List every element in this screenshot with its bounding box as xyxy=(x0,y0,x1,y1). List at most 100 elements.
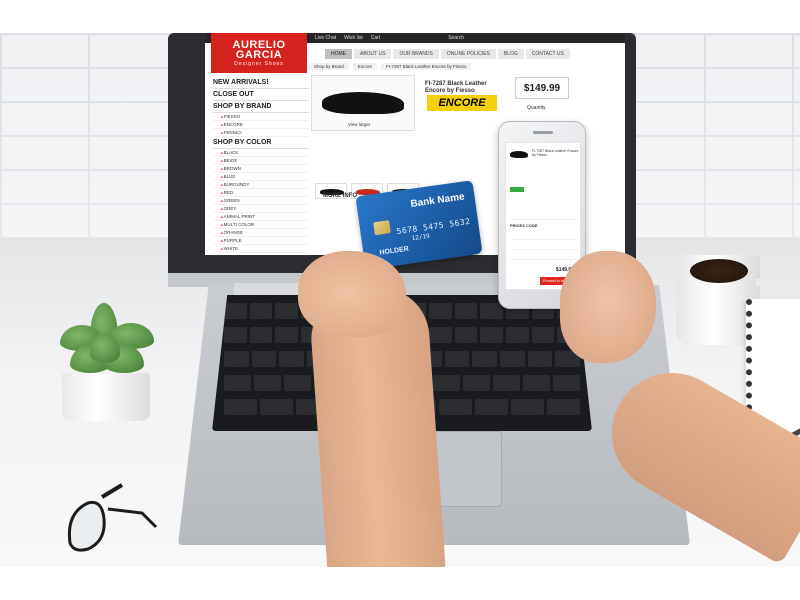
card-number: 5678 5475 5632 xyxy=(396,216,472,237)
breadcrumb-item[interactable]: Shop by Brand xyxy=(309,63,349,70)
keyboard-key xyxy=(429,327,452,343)
coffee xyxy=(690,259,748,283)
quantity-label: Quantity xyxy=(527,105,546,111)
topbar-link[interactable]: Live Chat xyxy=(315,35,336,41)
sidebar-item[interactable]: ENCORE xyxy=(213,121,309,129)
eyeglasses xyxy=(67,483,158,552)
nav-contact[interactable]: CONTACT US xyxy=(525,49,570,59)
sidebar-item[interactable]: ANIMAL PRINT xyxy=(213,213,309,221)
shoe-image xyxy=(322,92,404,114)
keyboard-key xyxy=(454,327,478,343)
logo-text-line2: GARCIA xyxy=(235,48,283,61)
sidebar-item[interactable]: PURPLE xyxy=(213,237,309,245)
sidebar-heading[interactable]: NEW ARRIVALS! xyxy=(213,77,309,89)
brand-logo[interactable]: ENCORE xyxy=(427,95,497,111)
sidebar-item[interactable]: FIESSO xyxy=(213,113,309,121)
keyboard-key xyxy=(224,327,247,343)
phone-speaker xyxy=(533,131,553,134)
keyboard-key xyxy=(283,375,311,391)
sidebar-item[interactable]: GREEN xyxy=(213,197,309,205)
brand-logo-text: ENCORE xyxy=(438,97,486,109)
bank-name: Bank Name xyxy=(409,191,466,210)
keyboard-key xyxy=(259,399,293,415)
keyboard-key xyxy=(547,399,581,415)
nav-blog[interactable]: BLOG xyxy=(497,49,524,59)
nav-policies[interactable]: ONLINE POLICIES xyxy=(440,49,496,59)
topbar-link[interactable]: Cart xyxy=(371,35,380,41)
sidebar-item[interactable]: BEIGE xyxy=(213,157,309,165)
sidebar-item[interactable]: GREY xyxy=(213,205,309,213)
breadcrumb: Shop by Brand Encore FI-7287 Black Leath… xyxy=(309,63,472,70)
phone-divider xyxy=(510,259,578,260)
keyboard-key xyxy=(253,375,281,391)
sidebar-item[interactable]: BLACK xyxy=(213,149,309,157)
keyboard-key xyxy=(493,375,521,391)
product-price: $149.99 xyxy=(523,82,561,94)
keyboard-key xyxy=(275,303,298,319)
sidebar-heading[interactable]: SHOP BY BRAND xyxy=(213,101,309,113)
sidebar-item[interactable]: FENNICI xyxy=(213,129,309,137)
site-logo[interactable]: AURELIO GARCIA Designer Shoes xyxy=(211,33,307,73)
photo-scene: Live Chat Wish list Cart Search AURELIO … xyxy=(0,0,800,600)
card-expiry: 12/19 xyxy=(411,232,431,243)
keyboard-key xyxy=(475,399,509,415)
sidebar-item[interactable]: ORANGE xyxy=(213,229,309,237)
sidebar-item[interactable]: RED xyxy=(213,189,309,197)
topbar-link[interactable]: Wish list xyxy=(344,35,363,41)
phone-shoe-image xyxy=(510,151,528,158)
product-image[interactable]: View larger xyxy=(311,75,415,131)
product-title: FI-7287 Black Leather Encore by Fiesso xyxy=(425,81,487,94)
sidebar-item[interactable]: YELLOW xyxy=(213,253,309,255)
site-nav: HOME ABOUT US OUR BRANDS ONLINE POLICIES… xyxy=(325,49,625,59)
keyboard-key xyxy=(506,327,529,343)
keyboard-key xyxy=(224,375,251,391)
sidebar-item[interactable]: BROWN xyxy=(213,165,309,173)
right-hand xyxy=(560,251,656,363)
keyboard-key xyxy=(429,303,452,319)
sidebar-heading[interactable]: SHOP BY COLOR xyxy=(213,137,309,149)
keyboard-key xyxy=(249,327,273,343)
left-hand xyxy=(298,251,406,337)
sidebar-item[interactable]: BLUE xyxy=(213,173,309,181)
keyboard-key xyxy=(249,303,273,319)
keyboard-key xyxy=(433,375,461,391)
card-holder: HOLDER xyxy=(379,245,410,257)
keyboard-key xyxy=(279,351,304,367)
keyboard-key xyxy=(523,375,551,391)
keyboard-key xyxy=(500,351,525,367)
phone-divider xyxy=(510,219,578,220)
plant-pot xyxy=(62,373,150,421)
nav-home[interactable]: HOME xyxy=(325,49,352,59)
keyboard-key xyxy=(224,399,257,415)
view-larger-link[interactable]: View larger xyxy=(348,122,370,127)
keyboard-key xyxy=(224,303,247,319)
sidebar-heading[interactable]: CLOSE OUT xyxy=(213,89,309,101)
breadcrumb-item: FI-7287 Black Leather Encore by Fiesso xyxy=(381,63,472,70)
photo: Live Chat Wish list Cart Search AURELIO … xyxy=(0,33,800,567)
sidebar-item[interactable]: BURGUNDY xyxy=(213,181,309,189)
sidebar-item[interactable]: MULTI COLOR xyxy=(213,221,309,229)
keyboard-key xyxy=(444,351,470,367)
keyboard-key xyxy=(463,375,491,391)
phone-divider xyxy=(510,239,578,240)
nav-about[interactable]: ABOUT US xyxy=(354,49,392,59)
keyboard-key xyxy=(439,399,473,415)
keyboard-key xyxy=(251,351,277,367)
topbar-link[interactable]: Search xyxy=(448,35,464,41)
phone-divider xyxy=(510,249,578,250)
keyboard-key xyxy=(472,351,498,367)
site-sidebar: NEW ARRIVALS!CLOSE OUTSHOP BY BRANDFIESS… xyxy=(213,77,309,255)
keyboard-key xyxy=(531,327,555,343)
sidebar-item[interactable]: WHITE xyxy=(213,245,309,253)
keyboard-key xyxy=(275,327,298,343)
keyboard-key xyxy=(511,399,545,415)
keyboard-key xyxy=(480,303,504,319)
breadcrumb-item[interactable]: Encore xyxy=(352,63,378,70)
card-chip xyxy=(373,220,391,236)
price-box: $149.99 xyxy=(515,77,569,99)
keyboard-key xyxy=(224,351,249,367)
nav-brands[interactable]: OUR BRANDS xyxy=(393,49,439,59)
keyboard-key xyxy=(454,303,478,319)
logo-text-line1: AURELIO xyxy=(232,38,286,51)
phone-instock-badge xyxy=(510,187,524,192)
